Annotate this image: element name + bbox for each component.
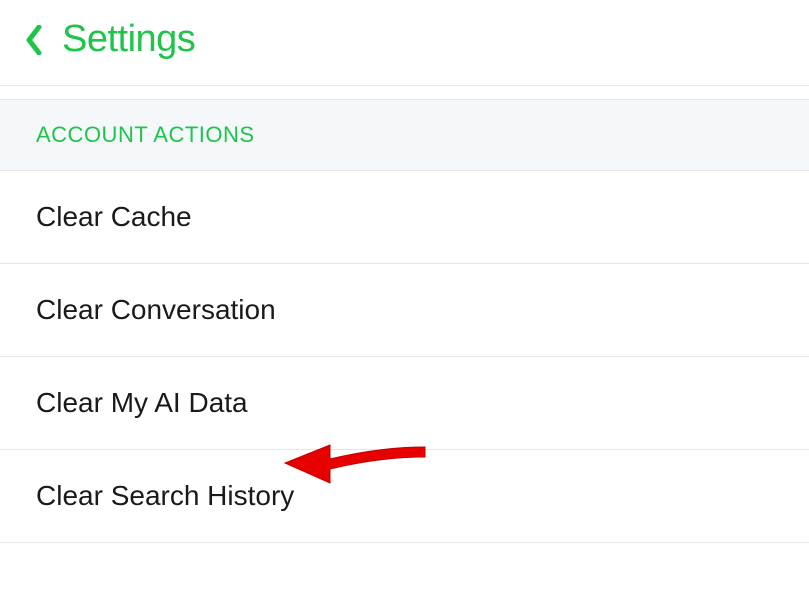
list-item-label: Clear My AI Data xyxy=(36,387,248,418)
list-item-clear-conversation[interactable]: Clear Conversation xyxy=(0,264,809,357)
list-item-label: Clear Conversation xyxy=(36,294,276,325)
settings-header: Settings xyxy=(0,0,809,85)
list-item-label: Clear Search History xyxy=(36,480,294,511)
list-item-clear-my-ai-data[interactable]: Clear My AI Data xyxy=(0,357,809,450)
chevron-left-icon xyxy=(25,25,43,55)
list-item-clear-search-history[interactable]: Clear Search History xyxy=(0,450,809,543)
page-title: Settings xyxy=(62,18,195,61)
back-button[interactable] xyxy=(24,24,44,56)
list-item-clear-cache[interactable]: Clear Cache xyxy=(0,171,809,264)
divider xyxy=(0,85,809,99)
section-header-account-actions: ACCOUNT ACTIONS xyxy=(0,99,809,171)
list-item-label: Clear Cache xyxy=(36,201,192,232)
